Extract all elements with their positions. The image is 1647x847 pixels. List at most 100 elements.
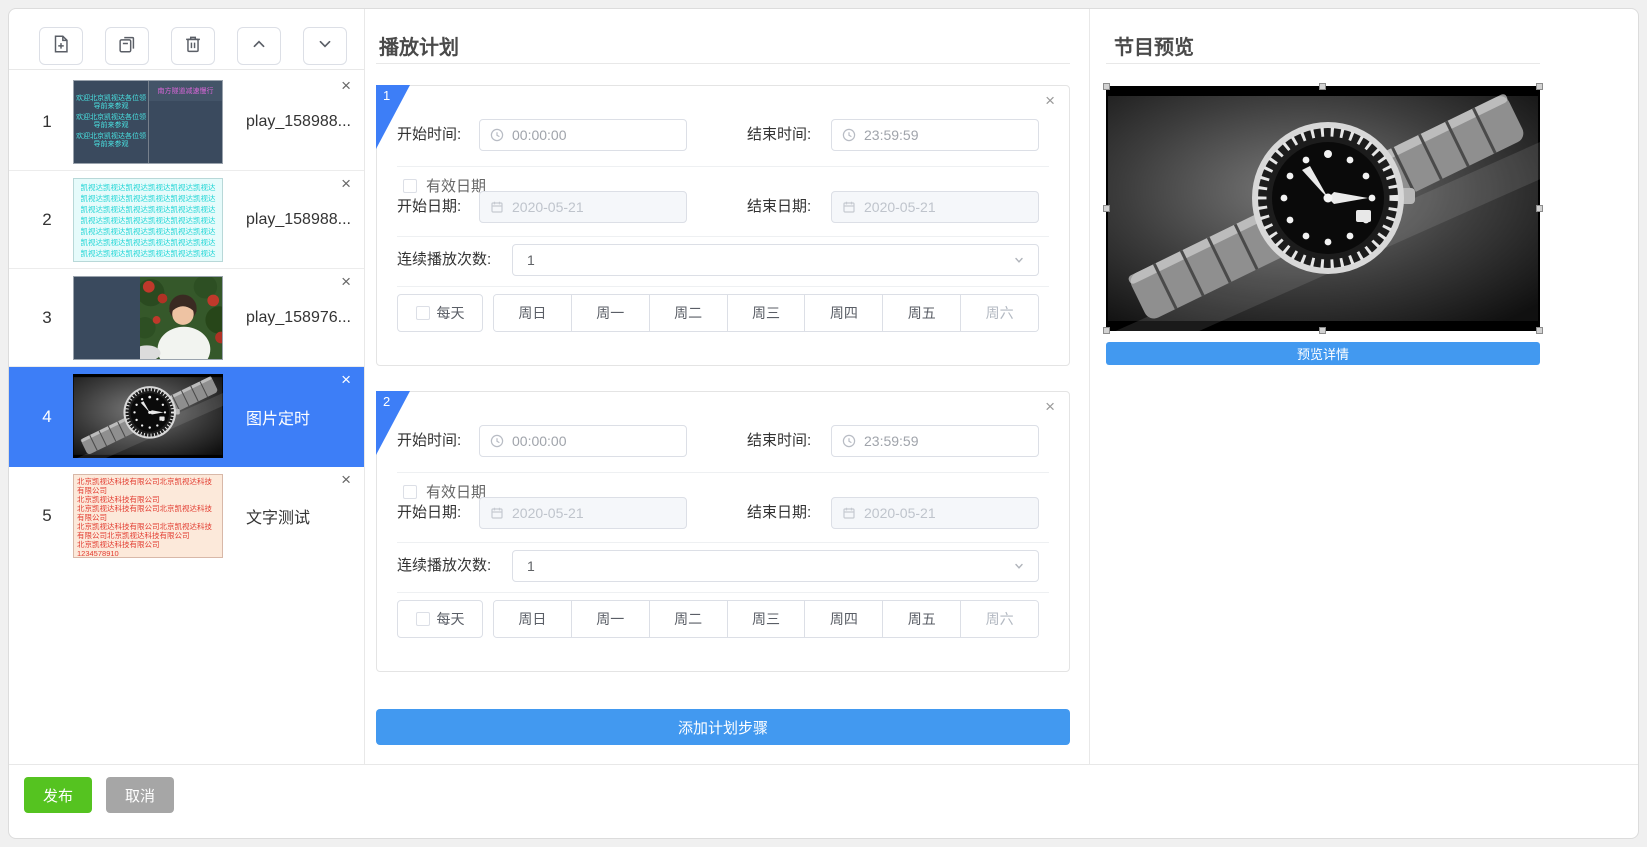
weekday-sat[interactable]: 周六 <box>960 601 1038 637</box>
weekday-thu[interactable]: 周四 <box>804 601 882 637</box>
end-date-input[interactable]: 2020-05-21 <box>831 497 1039 529</box>
weekday-sat[interactable]: 周六 <box>960 295 1038 331</box>
thumb-text-line: 北京凯视达科技有限公司 <box>77 540 219 549</box>
everyday-checkbox-row[interactable]: 每天 <box>397 600 483 638</box>
everyday-checkbox[interactable] <box>416 612 430 626</box>
end-date-value: 2020-05-21 <box>864 199 936 215</box>
copy-item-button[interactable] <box>105 27 149 65</box>
weekday-wed[interactable]: 周三 <box>727 295 805 331</box>
thumb-text-line: 凯视达凯视达凯视达凯视达凯视达凯视达 <box>74 215 222 226</box>
thumb-text-line: 凯视达凯视达凯视达凯视达凯视达凯视达 <box>74 193 222 204</box>
playlist-item-2[interactable]: 2 凯视达凯视达凯视达凯视达凯视达凯视达 凯视达凯视达凯视达凯视达凯视达凯视达 … <box>9 171 364 269</box>
weekday-sun[interactable]: 周日 <box>494 601 571 637</box>
resize-handle[interactable] <box>1103 327 1110 334</box>
start-time-label: 开始时间: <box>397 425 461 457</box>
add-item-button[interactable] <box>39 27 83 65</box>
program-preview-image <box>1106 86 1540 331</box>
start-date-label: 开始日期: <box>397 191 461 223</box>
playlist-item-4-selected[interactable]: 4 图片定时 × <box>9 367 364 467</box>
playlist-item-1[interactable]: 1 欢迎北京凯视达各位领导前来参观 欢迎北京凯视达各位领导前来参观 欢迎北京凯视… <box>9 73 364 171</box>
end-time-value: 23:59:59 <box>864 127 919 143</box>
everyday-checkbox-row[interactable]: 每天 <box>397 294 483 332</box>
resize-handle[interactable] <box>1319 83 1326 90</box>
weekday-wed[interactable]: 周三 <box>727 601 805 637</box>
thumb-blank-region <box>74 277 140 359</box>
remove-item-icon[interactable]: × <box>341 371 351 388</box>
publish-button[interactable]: 发布 <box>24 777 92 813</box>
card-divider <box>397 542 1049 543</box>
item-index: 1 <box>31 73 63 170</box>
plan-title: 播放计划 <box>379 31 459 60</box>
thumb-text-line: 南方隧道减速慢行 <box>149 81 222 101</box>
weekday-tue[interactable]: 周二 <box>649 601 727 637</box>
weekday-sun[interactable]: 周日 <box>494 295 571 331</box>
weekday-thu[interactable]: 周四 <box>804 295 882 331</box>
item-index: 3 <box>31 269 63 366</box>
preview-title-divider <box>1106 63 1540 64</box>
resize-handle[interactable] <box>1319 327 1326 334</box>
start-date-label: 开始日期: <box>397 497 461 529</box>
end-time-input[interactable]: 23:59:59 <box>831 119 1039 151</box>
end-date-label: 结束日期: <box>747 191 811 223</box>
play-count-value: 1 <box>527 252 535 268</box>
thumb-text-line: 欢迎北京凯视达各位领导前来参观 <box>76 95 146 111</box>
preview-detail-button[interactable]: 预览详情 <box>1106 342 1540 365</box>
start-date-input[interactable]: 2020-05-21 <box>479 191 687 223</box>
playlist-item-5[interactable]: 5 北京凯视达科技有限公司北京凯视达科技有限公司 北京凯视达科技有限公司 北京凯… <box>9 467 364 565</box>
thumb-text-line: 欢迎北京凯视达各位领导前来参观 <box>76 114 146 130</box>
thumb-text-line: 北京凯视达科技有限公司北京凯视达科技有限公司北京凯视达科技有限公司 <box>77 522 219 540</box>
plan-step-card-1: 1 × 开始时间: 00:00:00 结束时间: 23:59:59 有效日期 <box>376 85 1070 366</box>
resize-handle[interactable] <box>1536 205 1543 212</box>
clock-icon <box>490 128 504 142</box>
start-date-input[interactable]: 2020-05-21 <box>479 497 687 529</box>
end-time-input[interactable]: 23:59:59 <box>831 425 1039 457</box>
card-divider <box>397 286 1049 287</box>
thumb-text-line: 北京凯视达科技有限公司北京凯视达科技有限公司 <box>77 477 219 495</box>
play-count-select[interactable]: 1 <box>512 244 1039 276</box>
remove-item-icon[interactable]: × <box>341 471 351 488</box>
weekday-mon[interactable]: 周一 <box>571 295 649 331</box>
add-plan-step-button[interactable]: 添加计划步骤 <box>376 709 1070 745</box>
item-index: 4 <box>31 367 63 467</box>
weekday-mon[interactable]: 周一 <box>571 601 649 637</box>
end-date-input[interactable]: 2020-05-21 <box>831 191 1039 223</box>
clock-icon <box>842 128 856 142</box>
calendar-icon <box>842 506 856 520</box>
delete-item-button[interactable] <box>171 27 215 65</box>
play-count-select[interactable]: 1 <box>512 550 1039 582</box>
remove-item-icon[interactable]: × <box>341 77 351 94</box>
resize-handle[interactable] <box>1536 327 1543 334</box>
everyday-label: 每天 <box>437 609 465 629</box>
thumb-right-column: 南方隧道减速慢行 <box>148 81 222 163</box>
preview-title: 节目预览 <box>1114 31 1194 60</box>
weekday-group: 周日 周一 周二 周三 周四 周五 周六 <box>493 294 1039 332</box>
weekday-tue[interactable]: 周二 <box>649 295 727 331</box>
toolbar-divider <box>9 69 364 70</box>
start-time-input[interactable]: 00:00:00 <box>479 425 687 457</box>
remove-step-icon[interactable]: × <box>1045 92 1055 109</box>
playlist-item-3[interactable]: 3 play_158976... × <box>9 269 364 367</box>
end-date-value: 2020-05-21 <box>864 505 936 521</box>
resize-handle[interactable] <box>1103 205 1110 212</box>
calendar-icon <box>490 506 504 520</box>
cancel-button[interactable]: 取消 <box>106 777 174 813</box>
resize-handle[interactable] <box>1536 83 1543 90</box>
remove-step-icon[interactable]: × <box>1045 398 1055 415</box>
thumb-text-line: 北京凯视达科技有限公司北京凯视达科技有限公司 <box>77 504 219 522</box>
copy-icon <box>116 33 138 60</box>
weekday-fri[interactable]: 周五 <box>882 295 960 331</box>
start-time-value: 00:00:00 <box>512 433 567 449</box>
sidebar-divider <box>364 9 365 764</box>
start-time-label: 开始时间: <box>397 119 461 151</box>
remove-item-icon[interactable]: × <box>341 175 351 192</box>
resize-handle[interactable] <box>1103 83 1110 90</box>
move-up-button[interactable] <box>237 27 281 65</box>
move-down-button[interactable] <box>303 27 347 65</box>
remove-item-icon[interactable]: × <box>341 273 351 290</box>
weekday-group: 周日 周一 周二 周三 周四 周五 周六 <box>493 600 1039 638</box>
card-divider <box>397 166 1049 167</box>
everyday-checkbox[interactable] <box>416 306 430 320</box>
start-time-input[interactable]: 00:00:00 <box>479 119 687 151</box>
weekday-fri[interactable]: 周五 <box>882 601 960 637</box>
chevron-up-icon <box>248 33 270 60</box>
